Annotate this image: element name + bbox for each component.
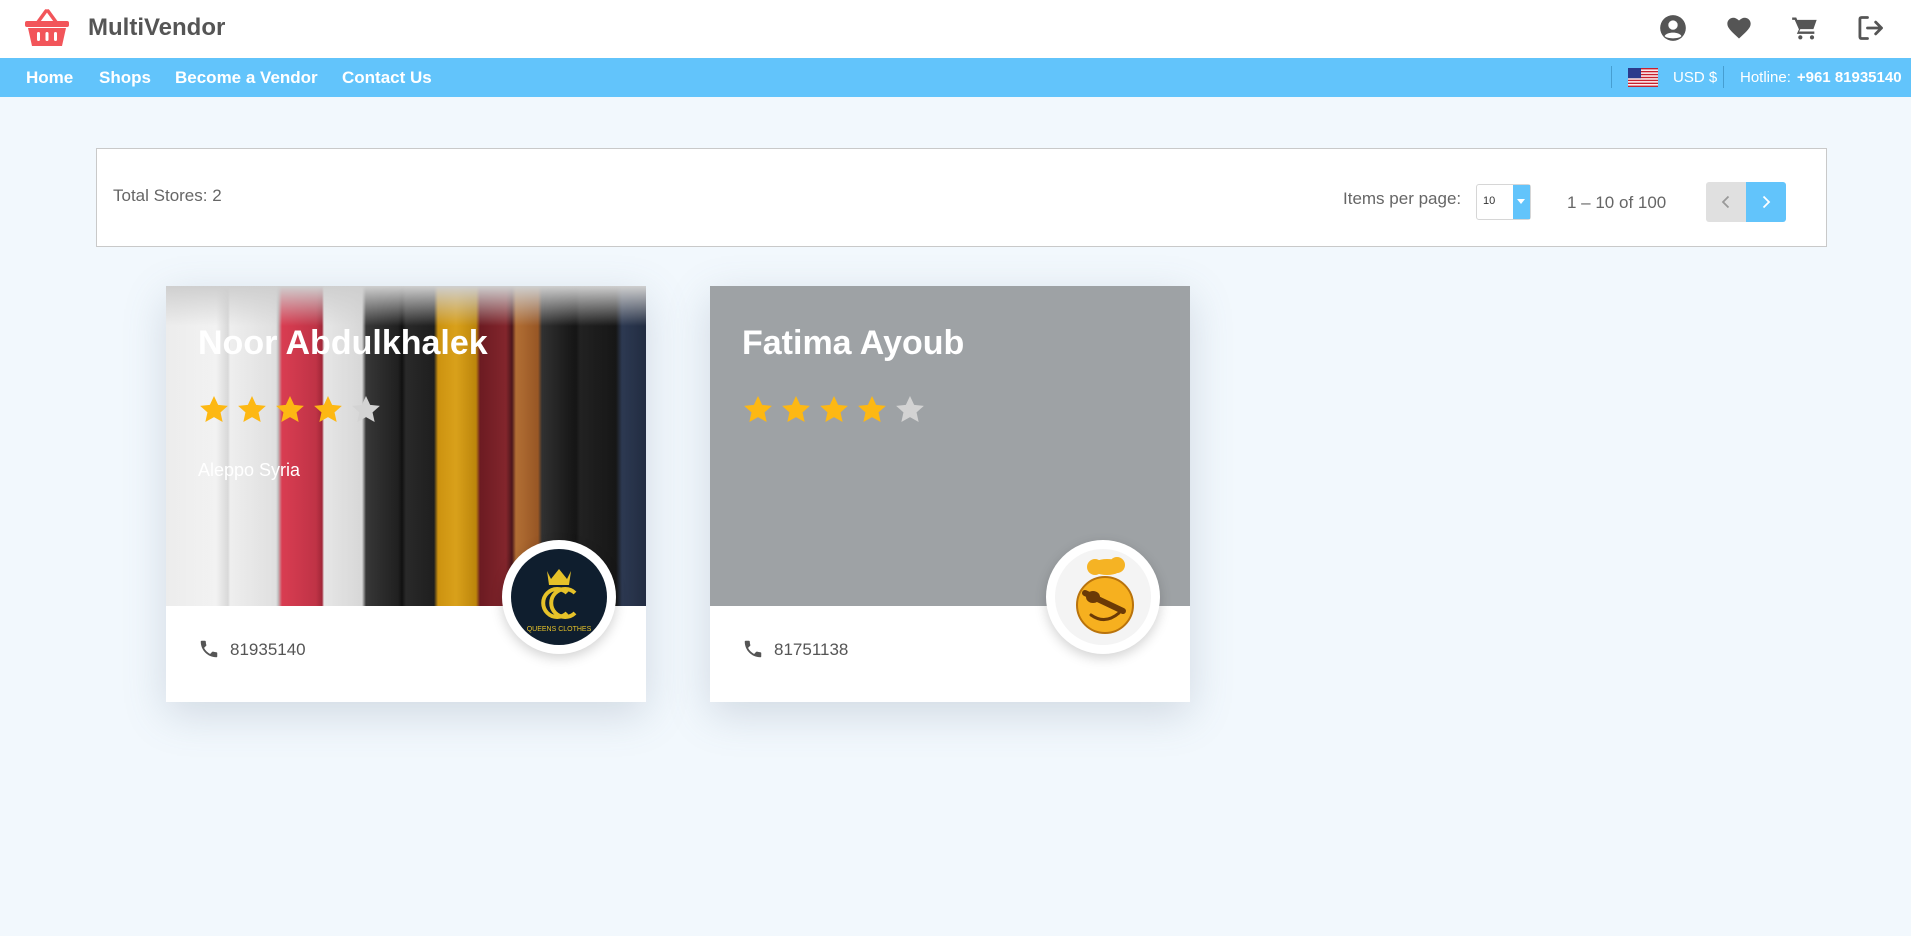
next-page-button[interactable] [1746,182,1786,222]
basket-logo-icon[interactable] [24,8,70,48]
store-name[interactable]: Fatima Ayoub [742,324,964,363]
store-location: Aleppo Syria [198,460,301,480]
heart-icon[interactable] [1724,14,1754,42]
store-logo[interactable] [1046,540,1160,654]
star-filled-icon [236,394,268,426]
nav-home[interactable]: Home [26,68,73,88]
nav-shops[interactable]: Shops [99,68,151,88]
hotline-label: Hotline: [1740,69,1791,86]
cart-icon[interactable] [1790,14,1820,42]
star-filled-icon [780,394,812,426]
logout-icon[interactable] [1856,14,1886,42]
star-filled-icon [856,394,888,426]
currency-selector[interactable]: USD $ [1673,69,1717,86]
brand-name[interactable]: MultiVendor [88,14,225,42]
star-empty-icon [350,394,382,426]
store-phone[interactable]: 81935140 [230,640,306,660]
nav-contact-us[interactable]: Contact Us [342,68,432,88]
main-nav: Home Shops Become a Vendor Contact Us US… [0,58,1911,97]
chevron-right-icon [1762,195,1771,209]
items-per-page-label: Items per page: [1343,189,1462,208]
top-header: MultiVendor [0,0,1911,58]
phone-icon [742,638,764,660]
us-flag-icon[interactable] [1628,68,1658,87]
star-filled-icon [818,394,850,426]
nav-divider [1611,66,1612,88]
previous-page-button[interactable] [1706,182,1746,222]
total-stores: Total Stores: 2 [113,186,222,205]
nav-become-vendor[interactable]: Become a Vendor [175,68,318,88]
queens-clothes-logo: QUEENS CLOTHES [511,549,607,645]
chevron-left-icon [1721,195,1730,209]
items-per-page-select[interactable]: 10 [1476,184,1531,220]
star-filled-icon [198,394,230,426]
pagination-range: 1 – 10 of 100 [1567,193,1667,212]
account-icon[interactable] [1658,14,1688,42]
phone-icon [198,638,220,660]
store-card[interactable]: Fatima Ayoub 81751138 [710,286,1190,702]
chef-emoji-logo [1055,549,1151,645]
star-empty-icon [894,394,926,426]
hotline-number[interactable]: +961 81935140 [1797,69,1902,86]
stores-toolbar: Total Stores: 2 Items per page: 10 1 – 1… [96,148,1827,247]
dropdown-arrow-icon[interactable] [1513,185,1530,219]
hotline: Hotline: +961 81935140 [1740,69,1902,86]
store-logo-text: QUEENS CLOTHES [527,626,592,633]
store-logo[interactable]: QUEENS CLOTHES [502,540,616,654]
items-per-page-value: 10 [1483,195,1496,207]
store-phone[interactable]: 81751138 [774,640,848,660]
store-name[interactable]: Noor Abdulkhalek [198,324,488,363]
star-filled-icon [742,394,774,426]
star-filled-icon [274,394,306,426]
nav-divider [1723,66,1724,88]
clothes-rail-image [166,286,646,326]
store-card[interactable]: Noor Abdulkhalek Aleppo Syria QUEENS CLO… [166,286,646,702]
star-filled-icon [312,394,344,426]
